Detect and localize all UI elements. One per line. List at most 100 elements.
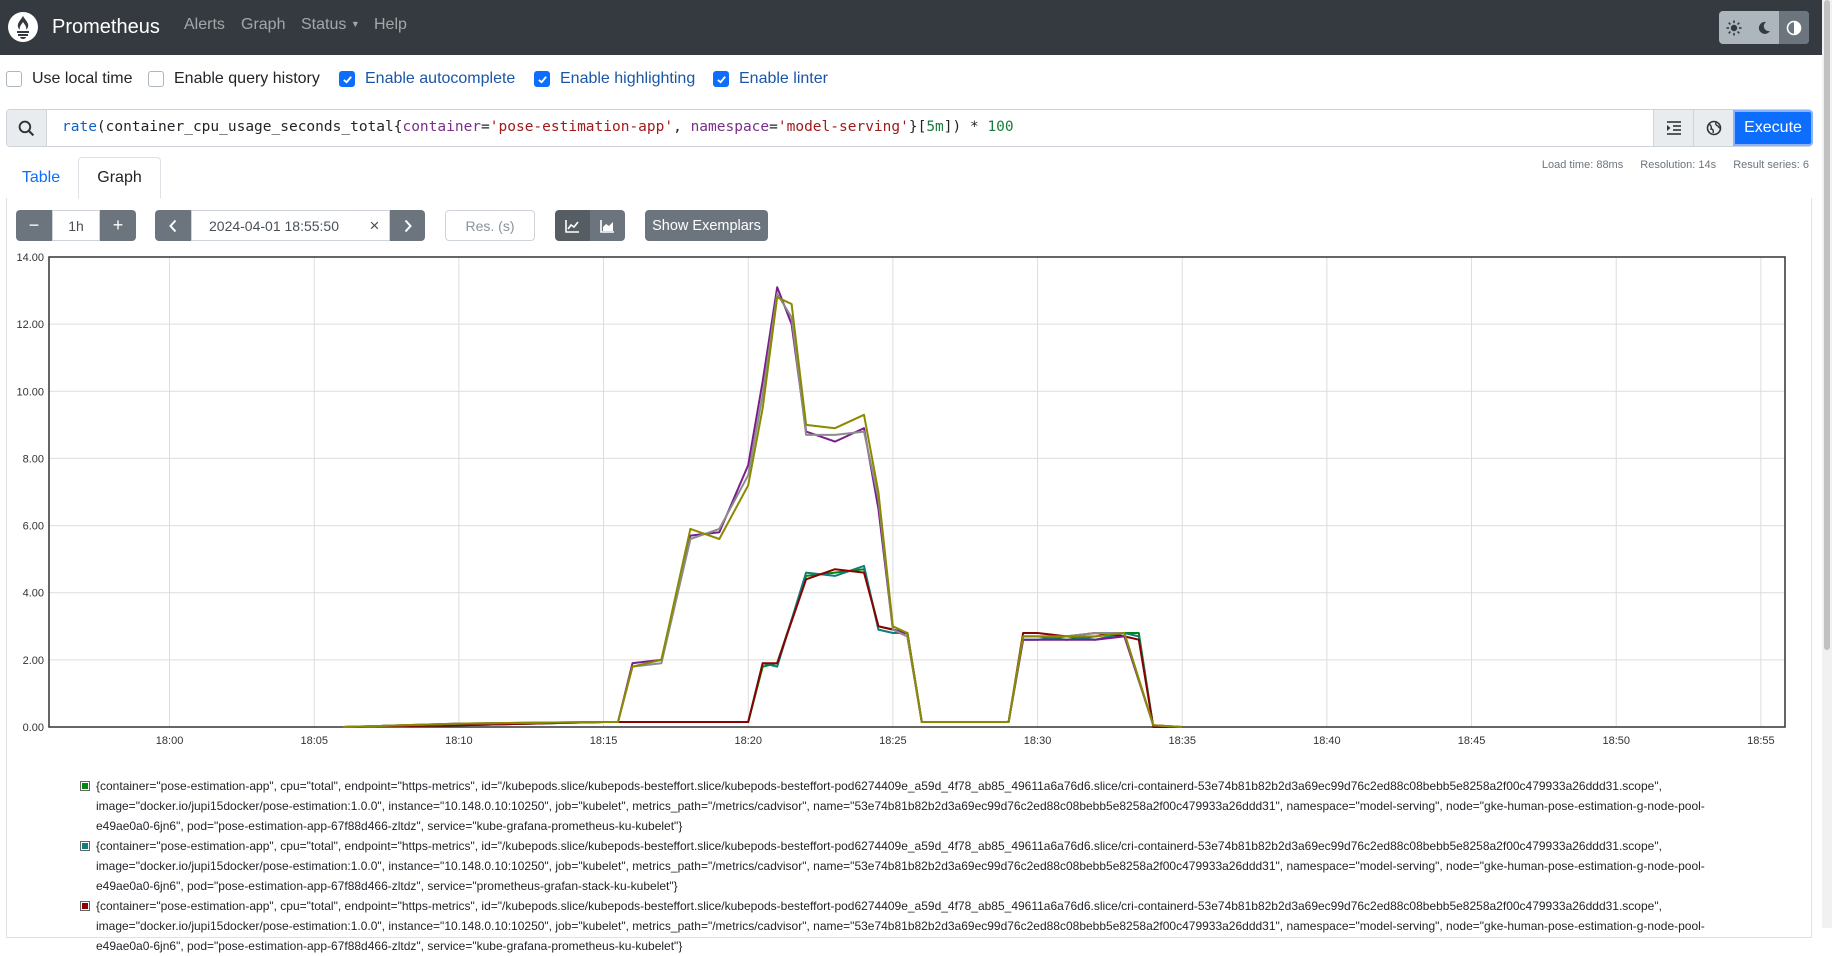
half-circle-icon (1786, 20, 1802, 35)
option-local-time[interactable]: Use local time (6, 70, 132, 88)
area-chart-icon (600, 219, 614, 233)
x-tick-label: 18:45 (1458, 735, 1486, 747)
nav-status[interactable]: Status ▼ (301, 16, 360, 34)
next-time-button[interactable] (390, 210, 425, 241)
theme-auto-button[interactable] (1779, 11, 1809, 44)
globe-icon (1706, 120, 1721, 136)
legend-label: {container="pose-estimation-app", cpu="t… (96, 779, 1705, 833)
prometheus-logo-icon (8, 12, 38, 42)
range-input[interactable]: 1h (52, 210, 100, 241)
x-tick-label: 18:05 (300, 735, 328, 747)
query-bar: rate(container_cpu_usage_seconds_total{c… (6, 109, 1813, 147)
y-tick-label: 2.00 (23, 655, 44, 667)
result-series: Result series: 6 (1733, 159, 1809, 171)
nav-graph[interactable]: Graph (241, 16, 285, 34)
chevron-right-icon (404, 219, 412, 232)
sun-icon (1726, 20, 1742, 35)
series-line-4 (343, 286, 1183, 728)
brand[interactable]: Prometheus (8, 9, 160, 45)
local-time-checkbox[interactable] (6, 71, 22, 87)
legend-item[interactable]: {container="pose-estimation-app", cpu="t… (80, 896, 1740, 956)
execute-button[interactable]: Execute (1733, 110, 1813, 146)
autocomplete-checkbox[interactable] (339, 71, 355, 87)
page-scrollbar[interactable] (1822, 0, 1832, 928)
local-time-label: Use local time (32, 70, 133, 87)
line-chart-button[interactable] (555, 210, 590, 241)
theme-dark-button[interactable] (1749, 11, 1779, 44)
series-legend: {container="pose-estimation-app", cpu="t… (80, 776, 1740, 956)
x-tick-label: 18:00 (156, 735, 184, 747)
legend-item[interactable]: {container="pose-estimation-app", cpu="t… (80, 776, 1740, 836)
query-range: 5m (926, 119, 944, 135)
search-icon (18, 120, 35, 136)
decrease-range-button[interactable]: − (16, 210, 52, 241)
stacked-chart-button[interactable] (590, 210, 625, 241)
x-tick-label: 18:35 (1168, 735, 1196, 747)
y-tick-label: 4.00 (23, 588, 44, 600)
query-sep: , (673, 119, 691, 135)
x-tick-label: 18:40 (1313, 735, 1341, 747)
show-exemplars-button[interactable]: Show Exemplars (645, 210, 768, 241)
x-tick-label: 18:20 (734, 735, 762, 747)
clear-end-time-button[interactable]: × (360, 210, 390, 241)
query-mult: 100 (987, 119, 1014, 135)
plot-border (48, 256, 1786, 728)
check-icon (716, 75, 726, 84)
scrollbar-thumb[interactable] (1824, 0, 1830, 650)
option-query-history[interactable]: Enable query history (148, 70, 320, 88)
autocomplete-label: Enable autocomplete (365, 70, 516, 87)
line-chart-icon (565, 219, 579, 233)
y-tick-label: 6.00 (23, 521, 44, 533)
series-line-2 (343, 564, 1183, 728)
metrics-explorer-button[interactable] (1693, 110, 1733, 146)
nav-help[interactable]: Help (374, 16, 407, 34)
tab-graph[interactable]: Graph (78, 157, 161, 199)
brand-name: Prometheus (52, 15, 160, 38)
query-range-close: ]) * (943, 119, 988, 135)
legend-swatch (80, 841, 90, 851)
query-metric: (container_cpu_usage_seconds_total{ (96, 119, 403, 135)
query-search-addon (7, 110, 47, 146)
prev-time-button[interactable] (155, 210, 191, 241)
linter-label: Enable linter (739, 70, 828, 87)
option-highlighting[interactable]: Enable highlighting (534, 70, 695, 88)
result-tabs: Table Graph (6, 157, 1006, 199)
query-value-1: 'pose-estimation-app' (489, 119, 674, 135)
x-tick-label: 18:55 (1747, 735, 1775, 747)
query-label-2: namespace (690, 119, 770, 135)
linter-checkbox[interactable] (713, 71, 729, 87)
moon-icon (1758, 21, 1770, 34)
theme-switcher (1719, 11, 1809, 44)
load-time: Load time: 88ms (1541, 159, 1624, 171)
theme-light-button[interactable] (1719, 11, 1749, 44)
y-tick-label: 14.00 (16, 252, 44, 264)
caret-down-icon: ▼ (350, 19, 360, 29)
query-stats: Load time: 88ms Resolution: 14s Result s… (1528, 159, 1809, 171)
query-history-label: Enable query history (174, 70, 320, 87)
increase-range-button[interactable]: + (100, 210, 136, 241)
nav-status-label: Status (301, 16, 347, 33)
end-time-value: 2024-04-01 18:55:50 (209, 217, 339, 234)
option-linter[interactable]: Enable linter (713, 70, 828, 88)
query-input[interactable]: rate(container_cpu_usage_seconds_total{c… (62, 119, 1014, 135)
tab-table[interactable]: Table (6, 157, 76, 199)
series-line-5 (343, 292, 1183, 728)
query-history-checkbox[interactable] (148, 71, 164, 87)
query-fn: rate (62, 119, 97, 135)
legend-label: {container="pose-estimation-app", cpu="t… (96, 839, 1705, 893)
chevron-left-icon (169, 219, 177, 232)
x-tick-label: 18:15 (590, 735, 618, 747)
highlighting-checkbox[interactable] (534, 71, 550, 87)
resolution-input[interactable]: Res. (s) (445, 210, 535, 241)
nav-alerts[interactable]: Alerts (184, 16, 225, 34)
graph-chart[interactable]: 0.00 2.00 4.00 6.00 8.00 10.00 12.00 14.00 18:00… (0, 245, 1800, 755)
option-autocomplete[interactable]: Enable autocomplete (339, 70, 515, 88)
legend-label: {container="pose-estimation-app", cpu="t… (96, 899, 1705, 953)
resolution: Resolution: 14s (1640, 159, 1717, 171)
format-query-button[interactable] (1653, 110, 1693, 146)
legend-item[interactable]: {container="pose-estimation-app", cpu="t… (80, 836, 1740, 896)
x-tick-label: 18:10 (445, 735, 473, 747)
x-tick-label: 18:25 (879, 735, 907, 747)
y-tick-label: 0.00 (23, 722, 44, 734)
y-tick-label: 8.00 (23, 453, 44, 465)
